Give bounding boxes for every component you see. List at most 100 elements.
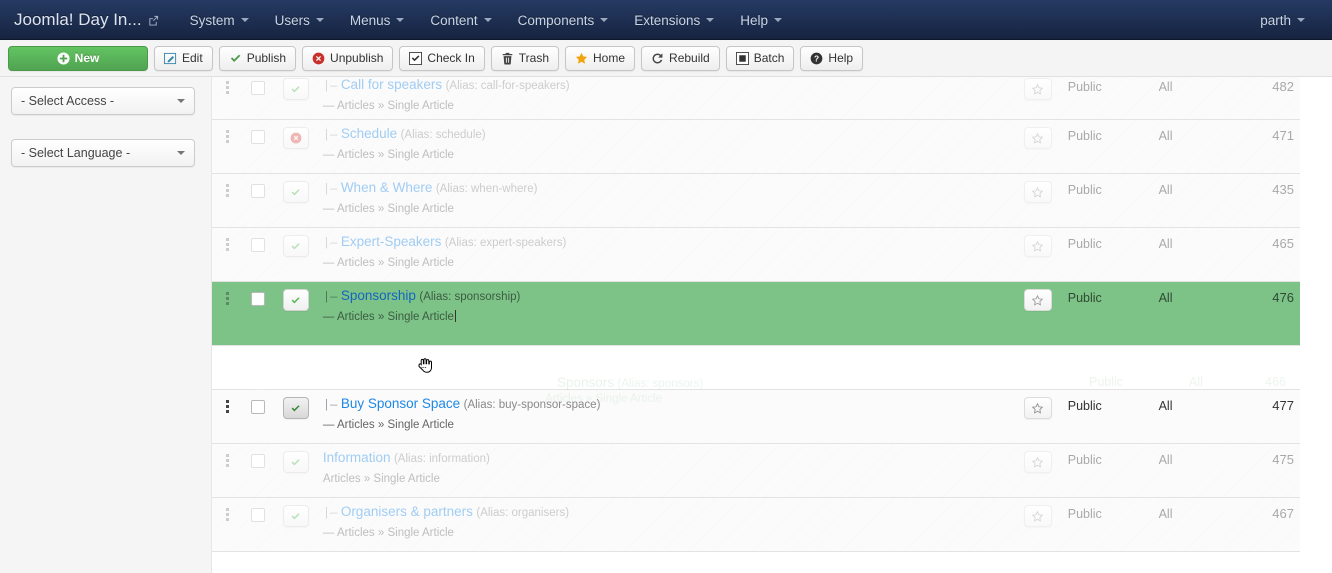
row-checkbox-cell[interactable] <box>242 444 274 498</box>
drag-handle-icon[interactable] <box>218 238 236 251</box>
home-star-icon[interactable] <box>1023 505 1052 527</box>
menu-users[interactable]: Users <box>262 3 337 38</box>
drag-handle-icon[interactable] <box>218 400 236 413</box>
row-title-link[interactable]: Schedule <box>341 126 397 141</box>
drag-handle-icon[interactable] <box>218 292 236 305</box>
row-drag-handle-cell[interactable] <box>212 77 242 120</box>
row-home-cell[interactable] <box>1013 77 1061 120</box>
row-home-cell[interactable] <box>1013 228 1061 282</box>
edit-button[interactable]: Edit <box>154 45 213 71</box>
row-home-cell[interactable] <box>1013 174 1061 228</box>
row-drag-handle-cell[interactable] <box>212 174 242 228</box>
row-checkbox[interactable] <box>251 184 266 198</box>
menu-help[interactable]: Help <box>727 3 795 38</box>
row-drag-handle-cell[interactable] <box>212 282 242 346</box>
menu-system[interactable]: System <box>177 3 262 38</box>
row-checkbox-cell[interactable] <box>242 120 274 174</box>
row-checkbox[interactable] <box>251 508 266 522</box>
row-state-cell[interactable] <box>275 77 317 120</box>
row-title-link[interactable]: Call for speakers <box>341 77 442 92</box>
row-drag-handle-cell[interactable] <box>212 390 242 444</box>
row-state-cell[interactable] <box>275 120 317 174</box>
help-button[interactable]: ? Help <box>800 45 864 71</box>
menu-components[interactable]: Components <box>505 3 622 38</box>
publish-state-published-icon[interactable] <box>282 181 309 203</box>
row-title-link[interactable]: Information <box>323 450 391 465</box>
row-state-cell[interactable] <box>275 390 317 444</box>
menu-menus[interactable]: Menus <box>337 3 418 38</box>
home-star-icon[interactable] <box>1023 289 1052 311</box>
row-title-link[interactable]: Expert-Speakers <box>341 234 442 249</box>
row-checkbox-cell[interactable] <box>242 282 274 346</box>
row-checkbox[interactable] <box>251 400 266 414</box>
home-star-icon[interactable] <box>1023 451 1052 473</box>
table-row[interactable]: |— Call for speakers (Alias: call-for-sp… <box>212 77 1300 120</box>
rebuild-button[interactable]: Rebuild <box>641 45 720 71</box>
table-row[interactable]: Information (Alias: information) Article… <box>212 443 1300 498</box>
drag-handle-icon[interactable] <box>218 508 236 521</box>
menu-content[interactable]: Content <box>417 3 504 38</box>
row-drag-handle-cell[interactable] <box>212 498 242 552</box>
trash-button[interactable]: Trash <box>490 45 560 71</box>
external-link-icon[interactable] <box>148 15 159 26</box>
batch-button[interactable]: Batch <box>725 45 795 71</box>
row-checkbox[interactable] <box>251 130 266 144</box>
select-language-dropdown[interactable]: - Select Language - <box>11 139 195 167</box>
drag-handle-icon[interactable] <box>218 184 236 197</box>
publish-state-unpublished-icon[interactable] <box>282 127 309 149</box>
row-checkbox-cell[interactable] <box>242 77 274 120</box>
row-home-cell[interactable] <box>1013 498 1061 552</box>
unpublish-button[interactable]: Unpublish <box>302 45 394 71</box>
row-title-link[interactable]: Buy Sponsor Space <box>341 396 460 411</box>
publish-state-published-icon[interactable] <box>282 397 309 419</box>
row-title-link[interactable]: When & Where <box>341 180 433 195</box>
publish-state-published-icon[interactable] <box>282 289 309 311</box>
publish-state-published-icon[interactable] <box>282 505 309 527</box>
publish-state-published-icon[interactable] <box>282 451 309 473</box>
publish-state-published-icon[interactable] <box>282 78 309 100</box>
row-home-cell[interactable] <box>1013 282 1061 346</box>
row-checkbox-cell[interactable] <box>242 498 274 552</box>
row-checkbox-cell[interactable] <box>242 390 274 444</box>
table-row[interactable]: |— Expert-Speakers (Alias: expert-speake… <box>212 227 1300 282</box>
row-state-cell[interactable] <box>275 282 317 346</box>
row-title-link[interactable]: Sponsorship <box>341 288 416 303</box>
row-checkbox[interactable] <box>251 81 266 95</box>
drag-handle-icon[interactable] <box>218 130 236 143</box>
row-home-cell[interactable] <box>1013 390 1061 444</box>
row-checkbox[interactable] <box>251 292 266 306</box>
home-star-icon[interactable] <box>1023 397 1052 419</box>
row-checkbox-cell[interactable] <box>242 174 274 228</box>
home-button[interactable]: Home <box>565 45 636 71</box>
table-row[interactable]: |— When & Where (Alias: when-where) — Ar… <box>212 173 1300 228</box>
home-star-icon[interactable] <box>1023 127 1052 149</box>
user-menu[interactable]: parth <box>1247 3 1318 38</box>
new-button[interactable]: New <box>8 45 148 71</box>
drag-handle-icon[interactable] <box>218 81 236 94</box>
select-access-dropdown[interactable]: - Select Access - <box>11 87 195 115</box>
row-drag-handle-cell[interactable] <box>212 444 242 498</box>
row-state-cell[interactable] <box>275 498 317 552</box>
home-star-icon[interactable] <box>1023 181 1052 203</box>
drag-handle-icon[interactable] <box>218 454 236 467</box>
home-star-icon[interactable] <box>1023 78 1052 100</box>
row-checkbox-cell[interactable] <box>242 228 274 282</box>
row-state-cell[interactable] <box>275 444 317 498</box>
table-row[interactable]: |— Buy Sponsor Space (Alias: buy-sponsor… <box>212 389 1300 444</box>
table-row[interactable]: |— Schedule (Alias: schedule) — Articles… <box>212 119 1300 174</box>
table-row-dragging[interactable]: |— Sponsorship (Alias: sponsorship) — Ar… <box>212 281 1300 346</box>
row-drag-handle-cell[interactable] <box>212 228 242 282</box>
brand-title[interactable]: Joomla! Day In... <box>14 10 177 30</box>
row-home-cell[interactable] <box>1013 120 1061 174</box>
row-state-cell[interactable] <box>275 174 317 228</box>
row-checkbox[interactable] <box>251 454 266 468</box>
row-drag-handle-cell[interactable] <box>212 120 242 174</box>
publish-button[interactable]: Publish <box>218 45 297 71</box>
menu-extensions[interactable]: Extensions <box>621 3 727 38</box>
row-state-cell[interactable] <box>275 228 317 282</box>
publish-state-published-icon[interactable] <box>282 235 309 257</box>
table-row[interactable]: |— Organisers & partners (Alias: organis… <box>212 497 1300 552</box>
row-title-link[interactable]: Organisers & partners <box>341 504 473 519</box>
home-star-icon[interactable] <box>1023 235 1052 257</box>
row-checkbox[interactable] <box>251 238 266 252</box>
